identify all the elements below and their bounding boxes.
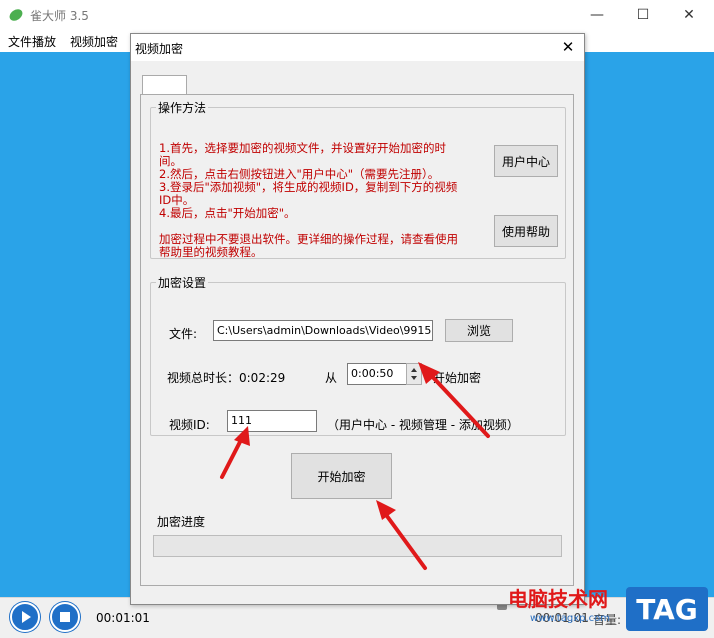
watermark-url: www.tagxp.com bbox=[530, 613, 610, 624]
arrow-head bbox=[376, 500, 396, 520]
arrow-to-start-button bbox=[382, 510, 427, 570]
arrow-to-start-time bbox=[426, 370, 490, 438]
arrow-to-video-id bbox=[220, 436, 244, 479]
watermark-tag: TAG bbox=[626, 587, 708, 631]
arrow-head bbox=[234, 426, 250, 446]
annotation-arrows bbox=[220, 362, 490, 570]
watermark-site: 电脑技术网 bbox=[508, 587, 608, 611]
